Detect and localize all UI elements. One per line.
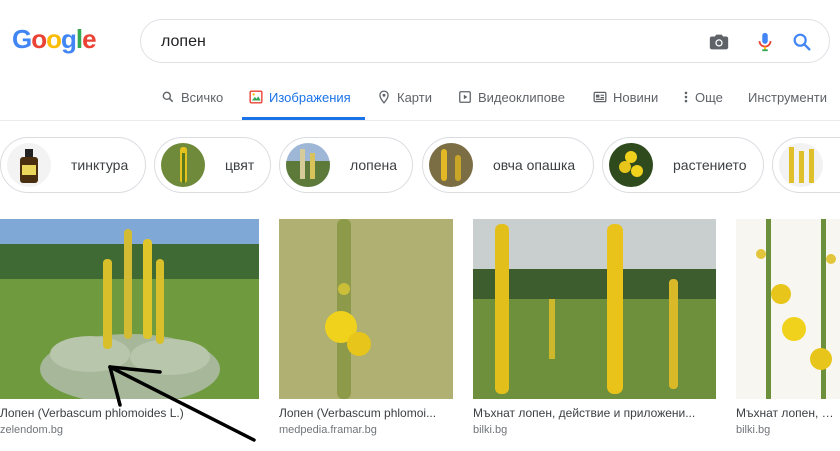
result-image[interactable] xyxy=(473,219,716,399)
result-source[interactable]: zelendom.bg xyxy=(0,424,259,436)
video-icon xyxy=(459,91,471,103)
chip-label: овча опашка xyxy=(493,157,576,173)
tab-label: Всичко xyxy=(181,90,224,105)
google-logo[interactable]: Google xyxy=(12,24,97,55)
chip-lopena[interactable]: лопена xyxy=(279,137,413,193)
chip-thumbnail xyxy=(7,143,51,187)
tab-videos[interactable]: Видеоклипове xyxy=(458,80,565,120)
chip-thumbnail xyxy=(779,143,823,187)
result-title[interactable]: Лопен (Verbascum phlomoi... xyxy=(279,406,453,420)
result-source[interactable]: medpedia.framar.bg xyxy=(279,424,453,436)
chip-label: растението xyxy=(673,157,747,173)
chip-plant[interactable]: растението xyxy=(602,137,764,193)
image-result[interactable]: Лопен (Verbascum phlomoi... medpedia.fra… xyxy=(279,219,453,436)
chip-ovcha-opashka[interactable]: овча опашка xyxy=(422,137,594,193)
tab-label: Карти xyxy=(397,90,432,105)
search-input[interactable] xyxy=(159,29,683,55)
more-vert-icon xyxy=(684,91,688,103)
header-divider xyxy=(0,120,840,121)
tab-images[interactable]: Изображения xyxy=(242,80,365,120)
result-source[interactable]: bilki.bg xyxy=(473,424,716,436)
chip-label: цвят xyxy=(225,157,255,173)
tab-label: Видеоклипове xyxy=(478,90,565,105)
chip-flower[interactable]: цвят xyxy=(154,137,271,193)
mic-icon[interactable] xyxy=(754,31,776,53)
tab-all[interactable]: Всичко xyxy=(161,80,223,120)
news-icon xyxy=(593,91,607,103)
chip-label: лопена xyxy=(350,157,397,173)
map-pin-icon xyxy=(379,90,389,104)
image-result[interactable]: Лопен (Verbascum phlomoides L.) zelendom… xyxy=(0,219,259,436)
chip-thumbnail xyxy=(609,143,653,187)
tab-label: Инструменти xyxy=(748,90,827,105)
image-result[interactable]: Мъхнат лопен, действие и приложени... bi… xyxy=(473,219,716,436)
search-icon xyxy=(162,91,174,103)
result-image[interactable] xyxy=(0,219,259,399)
tab-label: Още xyxy=(695,90,723,105)
result-image[interactable] xyxy=(279,219,453,399)
chip-partial[interactable]: с xyxy=(772,137,840,193)
search-icon[interactable] xyxy=(791,31,813,53)
result-image[interactable] xyxy=(736,219,840,399)
image-result[interactable]: Мъхнат лопен, дей bilki.bg xyxy=(736,219,840,436)
result-source[interactable]: bilki.bg xyxy=(736,424,840,436)
tab-maps[interactable]: Карти xyxy=(377,80,432,120)
image-icon xyxy=(249,90,263,104)
search-box[interactable] xyxy=(140,19,830,63)
tab-news[interactable]: Новини xyxy=(593,80,658,120)
result-title[interactable]: Мъхнат лопен, дей xyxy=(736,406,840,420)
result-title[interactable]: Мъхнат лопен, действие и приложени... xyxy=(473,406,716,420)
chip-label: тинктура xyxy=(71,157,129,173)
camera-icon[interactable] xyxy=(708,31,730,53)
chip-thumbnail xyxy=(286,143,330,187)
result-title[interactable]: Лопен (Verbascum phlomoides L.) xyxy=(0,406,259,420)
tab-label: Изображения xyxy=(269,90,351,105)
chip-tincture[interactable]: тинктура xyxy=(0,137,146,193)
chip-thumbnail xyxy=(429,143,473,187)
tab-tools[interactable]: Инструменти xyxy=(748,80,827,120)
tab-more[interactable]: Още xyxy=(683,80,723,120)
chip-thumbnail xyxy=(161,143,205,187)
tab-label: Новини xyxy=(613,90,659,105)
